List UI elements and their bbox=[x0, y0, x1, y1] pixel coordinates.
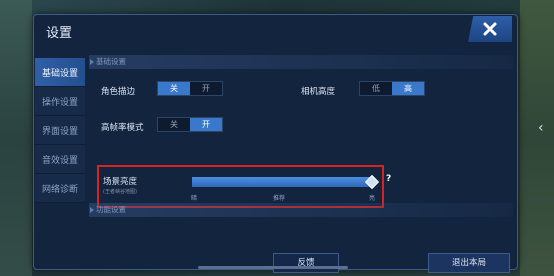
brightness-label: 场景亮度 bbox=[103, 177, 138, 187]
close-icon bbox=[483, 22, 497, 36]
camera-high-option[interactable]: 高 bbox=[392, 82, 424, 95]
sidebar-item-network-diagnosis[interactable]: 网络诊断 bbox=[35, 174, 85, 203]
sidebar-item-sound-settings[interactable]: 音效设置 bbox=[35, 145, 85, 174]
section-header-basic: 基础设置 bbox=[89, 55, 513, 69]
sidebar-item-label: 界面设置 bbox=[41, 126, 78, 137]
close-button[interactable] bbox=[468, 16, 512, 42]
sidebar-item-interface-settings[interactable]: 界面设置 bbox=[35, 116, 85, 145]
camera-height-toggle: 低 高 bbox=[359, 81, 425, 96]
sidebar-item-basic-settings[interactable]: 基础设置 bbox=[35, 58, 85, 87]
outline-on-option[interactable]: 开 bbox=[190, 82, 222, 95]
outline-label: 角色描边 bbox=[101, 87, 136, 97]
brightness-help-icon[interactable]: ? bbox=[386, 174, 391, 184]
feedback-button[interactable]: 反馈 bbox=[273, 253, 339, 273]
section-header-function: 功能设置 bbox=[89, 203, 513, 217]
game-background-right: ‹ bbox=[520, 0, 554, 276]
outline-off-option[interactable]: 关 bbox=[158, 82, 190, 95]
brightness-recommended-label: 推荐 bbox=[273, 195, 286, 202]
settings-panel: 设置 基础设置 操作设置 界面设置 音效设置 网络诊断 基础设置 角色描边 关 … bbox=[33, 14, 518, 273]
bottom-scroll-handle[interactable] bbox=[198, 266, 348, 269]
sidebar-item-label: 基础设置 bbox=[41, 68, 78, 79]
hfr-toggle: 关 开 bbox=[157, 117, 223, 132]
sidebar: 基础设置 操作设置 界面设置 音效设置 网络诊断 bbox=[35, 58, 85, 203]
camera-height-label: 相机高度 bbox=[301, 87, 336, 97]
side-arrow-icon: ‹ bbox=[538, 120, 544, 136]
sidebar-item-control-settings[interactable]: 操作设置 bbox=[35, 87, 85, 116]
hfr-on-option[interactable]: 开 bbox=[190, 118, 222, 131]
settings-content: 基础设置 角色描边 关 开 相机高度 低 高 高帧率模式 关 开 场景亮度 (王… bbox=[89, 51, 513, 273]
brightness-note: (王者峡谷地图) bbox=[103, 189, 137, 195]
sidebar-item-label: 网络诊断 bbox=[41, 184, 78, 195]
quit-match-button[interactable]: 退出本局 bbox=[428, 253, 510, 273]
sidebar-item-label: 操作设置 bbox=[41, 97, 78, 108]
game-background-left bbox=[0, 0, 32, 276]
panel-title: 设置 bbox=[46, 26, 73, 41]
sidebar-item-label: 音效设置 bbox=[41, 155, 78, 166]
hfr-label: 高帧率模式 bbox=[101, 123, 144, 133]
brightness-min-label: 暗 bbox=[191, 195, 198, 202]
brightness-slider-fill bbox=[192, 177, 373, 187]
brightness-max-label: 亮 bbox=[369, 195, 376, 202]
camera-low-option[interactable]: 低 bbox=[360, 82, 392, 95]
outline-toggle: 关 开 bbox=[157, 81, 223, 96]
hfr-off-option[interactable]: 关 bbox=[158, 118, 190, 131]
